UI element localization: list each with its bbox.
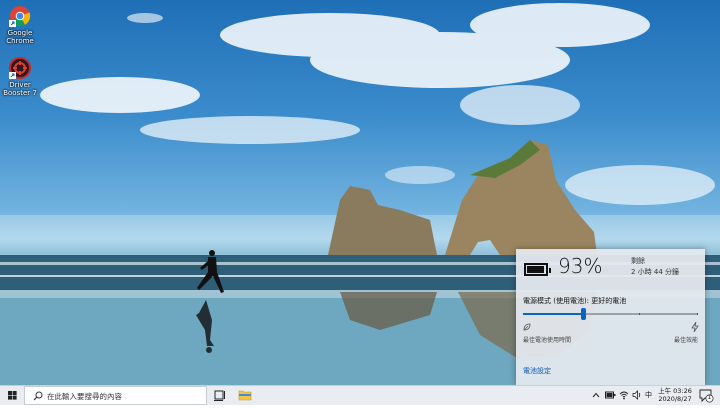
driver-booster-icon [9, 57, 31, 79]
power-mode-label: 電源模式 (使用電池): 更好的電池 [523, 297, 627, 305]
notification-icon [699, 389, 714, 403]
task-view-button[interactable] [208, 386, 232, 405]
battery-flyout: 93% 剩餘 2 小時 44 分鐘 電源模式 (使用電池): 更好的電池 最佳電… [516, 249, 705, 385]
power-mode-slider[interactable] [523, 308, 698, 320]
taskbar-clock[interactable]: 上午 03:26 2020/8/27 [658, 387, 692, 403]
shortcut-arrow-icon [9, 20, 16, 27]
desktop-icon-driver-booster[interactable]: Driver Booster 7 [0, 57, 40, 97]
best-battery-caption: 最佳電池使用時間 [523, 337, 572, 344]
file-explorer-button[interactable] [233, 386, 257, 405]
chevron-up-icon[interactable] [592, 391, 600, 399]
slider-fill [523, 313, 583, 315]
lightning-icon [691, 322, 699, 332]
search-icon [33, 391, 43, 401]
folder-icon [238, 390, 252, 401]
battery-tray-icon[interactable] [605, 391, 616, 399]
action-center-button[interactable]: 1 [697, 386, 715, 405]
start-button[interactable] [0, 386, 24, 405]
taskbar: 在此輸入要搜尋的內容 中 上午 03:26 2020/8/27 1 [0, 385, 720, 405]
search-placeholder: 在此輸入要搜尋的內容 [47, 392, 122, 401]
battery-percent: 93% [558, 254, 603, 278]
wifi-icon[interactable] [619, 390, 629, 400]
clock-date: 2020/8/27 [658, 395, 692, 403]
taskbar-search-box[interactable]: 在此輸入要搜尋的內容 [24, 386, 207, 405]
speaker-icon[interactable] [632, 390, 642, 400]
notification-count: 1 [707, 394, 712, 401]
leaf-icon [523, 323, 531, 331]
battery-settings-link[interactable]: 電池設定 [523, 366, 551, 376]
windows-logo-icon [8, 391, 17, 400]
slider-thumb[interactable] [581, 308, 586, 320]
ime-indicator[interactable]: 中 [645, 390, 652, 400]
battery-icon [524, 263, 551, 276]
desktop-icon-label: Driver Booster 7 [3, 81, 37, 97]
desktop-icon-label: Google Chrome [6, 29, 34, 45]
remaining-time: 2 小時 44 分鐘 [631, 268, 680, 276]
shortcut-arrow-icon [9, 72, 16, 79]
task-view-icon [214, 390, 225, 401]
chrome-icon [9, 5, 31, 27]
clock-time: 上午 03:26 [658, 387, 692, 395]
desktop-icon-chrome[interactable]: Google Chrome [0, 5, 40, 45]
best-performance-caption: 最佳效能 [673, 337, 698, 344]
remaining-title: 剩餘 [631, 257, 645, 265]
